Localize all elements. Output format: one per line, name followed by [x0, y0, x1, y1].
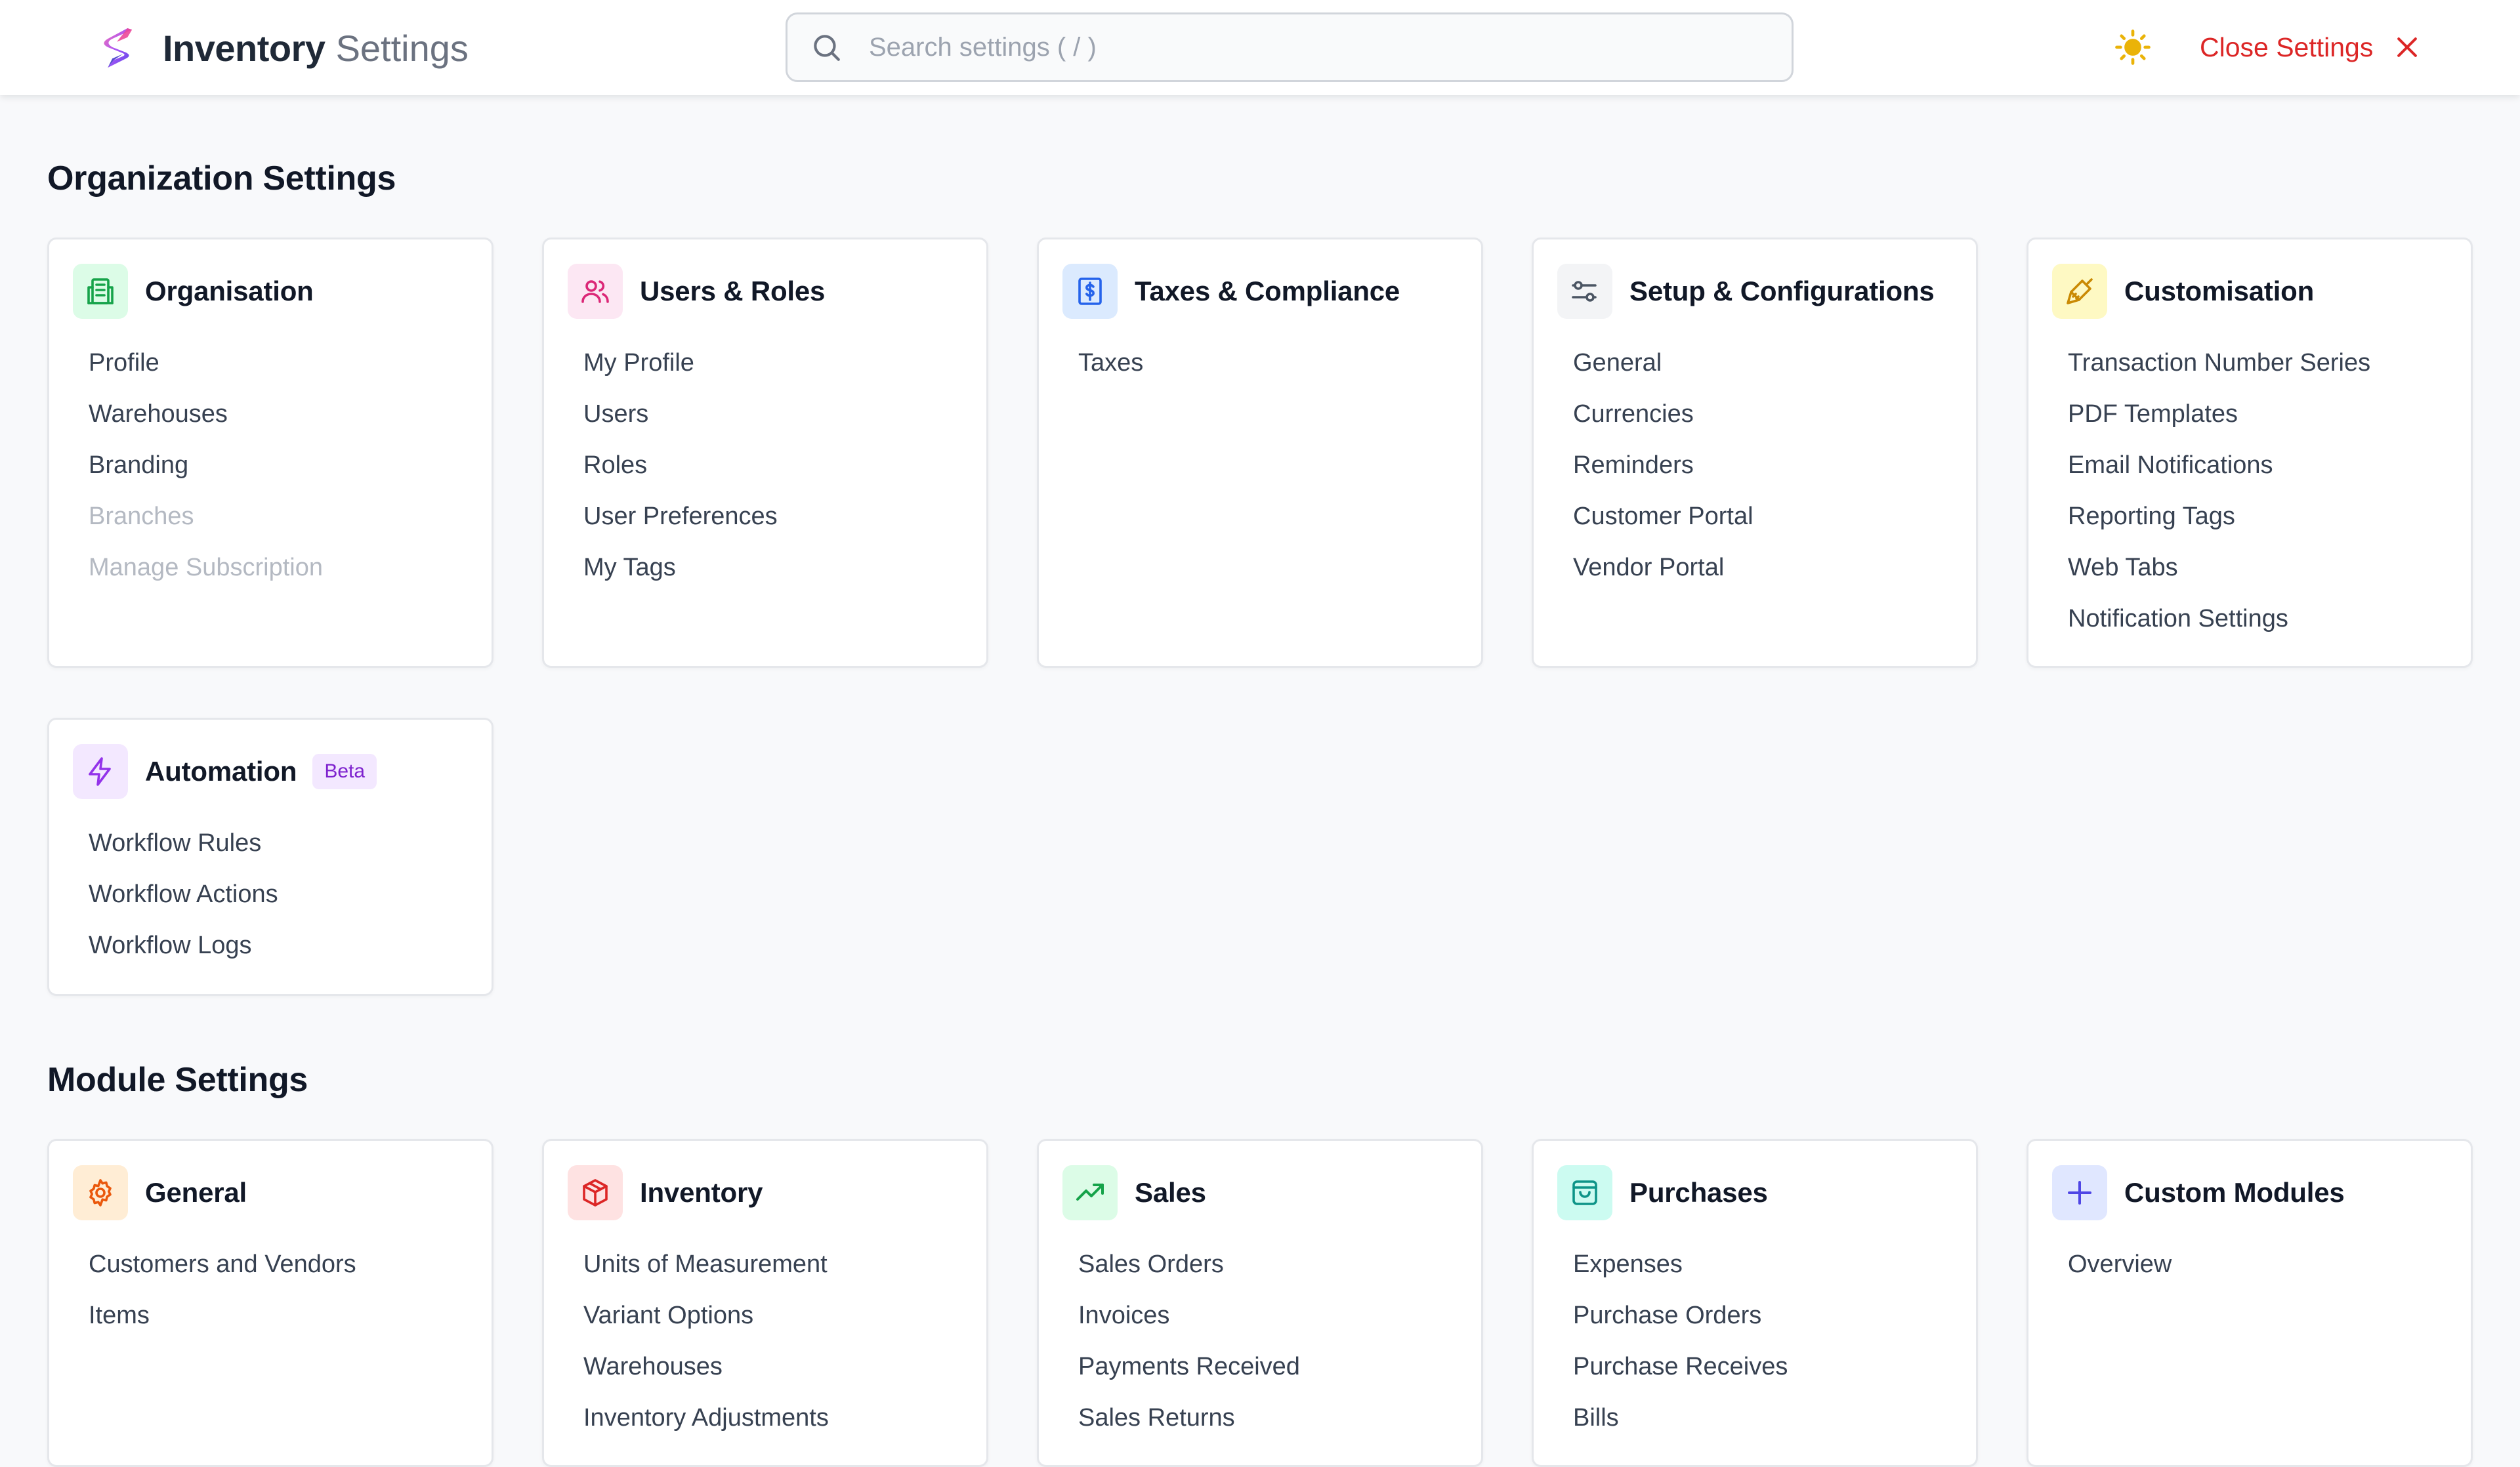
tax-document-icon	[1062, 264, 1118, 319]
link-branding[interactable]: Branding	[89, 451, 323, 502]
automation-card: Automation Beta Workflow Rules Workflow …	[47, 718, 494, 996]
card-title: Purchases	[1629, 1177, 1768, 1208]
link-payments-received[interactable]: Payments Received	[1078, 1352, 1300, 1403]
link-roles[interactable]: Roles	[583, 451, 778, 502]
gear-icon	[73, 1165, 128, 1220]
general-module-card: General Customers and Vendors Items	[47, 1139, 494, 1467]
link-reminders[interactable]: Reminders	[1573, 451, 1754, 502]
taxes-compliance-card: Taxes & Compliance Taxes	[1037, 238, 1483, 668]
card-title: Setup & Configurations	[1629, 276, 1935, 306]
close-settings-button[interactable]: Close Settings	[2200, 26, 2422, 68]
plus-icon	[2052, 1165, 2107, 1220]
link-workflow-actions[interactable]: Workflow Actions	[89, 880, 278, 931]
link-branches: Branches	[89, 503, 194, 530]
card-title: General	[145, 1177, 247, 1208]
link-general[interactable]: General	[1573, 348, 1754, 400]
link-reporting-tags[interactable]: Reporting Tags	[2068, 502, 2370, 553]
link-taxes[interactable]: Taxes	[1078, 348, 1143, 400]
link-currencies[interactable]: Currencies	[1573, 400, 1754, 451]
link-overview[interactable]: Overview	[2068, 1250, 2172, 1301]
shopping-bag-icon	[1557, 1165, 1612, 1220]
module-settings-heading: Module Settings	[47, 1061, 308, 1099]
card-title: Taxes & Compliance	[1135, 276, 1400, 306]
link-bills[interactable]: Bills	[1573, 1403, 1788, 1455]
card-title: Organisation	[145, 276, 314, 306]
card-title: Customisation	[2124, 276, 2315, 306]
building-icon	[73, 264, 128, 319]
link-units-of-measurement[interactable]: Units of Measurement	[583, 1250, 829, 1301]
close-settings-label: Close Settings	[2200, 31, 2374, 62]
brand-subtitle: Settings	[335, 27, 469, 69]
sun-icon[interactable]	[2114, 29, 2151, 66]
link-sales-orders[interactable]: Sales Orders	[1078, 1250, 1300, 1301]
link-inventory-adjustments[interactable]: Inventory Adjustments	[583, 1403, 829, 1455]
trending-up-icon	[1062, 1165, 1118, 1220]
organization-settings-heading: Organization Settings	[47, 159, 396, 197]
organisation-card: Organisation Profile Warehouses Branding…	[47, 238, 494, 668]
card-title: Users & Roles	[640, 276, 826, 306]
link-customers-and-vendors[interactable]: Customers and Vendors	[89, 1250, 356, 1301]
link-transaction-number-series[interactable]: Transaction Number Series	[2068, 348, 2370, 400]
paintbrush-icon	[2052, 264, 2107, 319]
package-icon	[568, 1165, 623, 1220]
link-user-preferences[interactable]: User Preferences	[583, 502, 778, 553]
search-box[interactable]	[786, 12, 1794, 82]
link-web-tabs[interactable]: Web Tabs	[2068, 553, 2370, 604]
setup-configurations-card: Setup & Configurations General Currencie…	[1532, 238, 1978, 668]
link-warehouses[interactable]: Warehouses	[583, 1352, 829, 1403]
link-variant-options[interactable]: Variant Options	[583, 1301, 829, 1352]
link-customer-portal[interactable]: Customer Portal	[1573, 502, 1754, 553]
link-purchase-receives[interactable]: Purchase Receives	[1573, 1352, 1788, 1403]
link-vendor-portal[interactable]: Vendor Portal	[1573, 553, 1754, 604]
sliders-icon	[1557, 264, 1612, 319]
link-my-profile[interactable]: My Profile	[583, 348, 778, 400]
link-items[interactable]: Items	[89, 1301, 356, 1352]
search-input[interactable]	[869, 32, 1722, 62]
link-purchase-orders[interactable]: Purchase Orders	[1573, 1301, 1788, 1352]
lightning-icon	[73, 744, 128, 799]
card-title: Inventory	[640, 1177, 763, 1208]
link-expenses[interactable]: Expenses	[1573, 1250, 1788, 1301]
link-sales-returns[interactable]: Sales Returns	[1078, 1403, 1300, 1455]
close-icon	[2397, 37, 2418, 57]
link-email-notifications[interactable]: Email Notifications	[2068, 451, 2370, 502]
logo-icon	[104, 28, 133, 68]
link-warehouses[interactable]: Warehouses	[89, 400, 323, 451]
link-invoices[interactable]: Invoices	[1078, 1301, 1300, 1352]
link-pdf-templates[interactable]: PDF Templates	[2068, 400, 2370, 451]
link-users[interactable]: Users	[583, 400, 778, 451]
top-bar: Inventory Settings Close Settings	[0, 0, 2520, 95]
users-icon	[568, 264, 623, 319]
link-workflow-rules[interactable]: Workflow Rules	[89, 829, 278, 880]
search-icon	[814, 35, 840, 61]
inventory-module-card: Inventory Units of Measurement Variant O…	[542, 1139, 988, 1467]
sales-module-card: Sales Sales Orders Invoices Payments Rec…	[1037, 1139, 1483, 1467]
brand: Inventory Settings	[97, 24, 469, 72]
card-title: Automation	[145, 756, 297, 787]
customisation-card: Customisation Transaction Number Series …	[2026, 238, 2473, 668]
link-profile[interactable]: Profile	[89, 348, 323, 400]
link-workflow-logs[interactable]: Workflow Logs	[89, 931, 278, 982]
users-roles-card: Users & Roles My Profile Users Roles Use…	[542, 238, 988, 668]
purchases-module-card: Purchases Expenses Purchase Orders Purch…	[1532, 1139, 1978, 1467]
card-title: Custom Modules	[2124, 1177, 2345, 1208]
card-title: Sales	[1135, 1177, 1206, 1208]
beta-badge: Beta	[312, 754, 377, 789]
link-my-tags[interactable]: My Tags	[583, 553, 778, 604]
link-manage-subscription: Manage Subscription	[89, 554, 323, 581]
custom-modules-card: Custom Modules Overview	[2026, 1139, 2473, 1467]
brand-title: Inventory	[163, 27, 326, 69]
link-notification-settings[interactable]: Notification Settings	[2068, 604, 2370, 655]
